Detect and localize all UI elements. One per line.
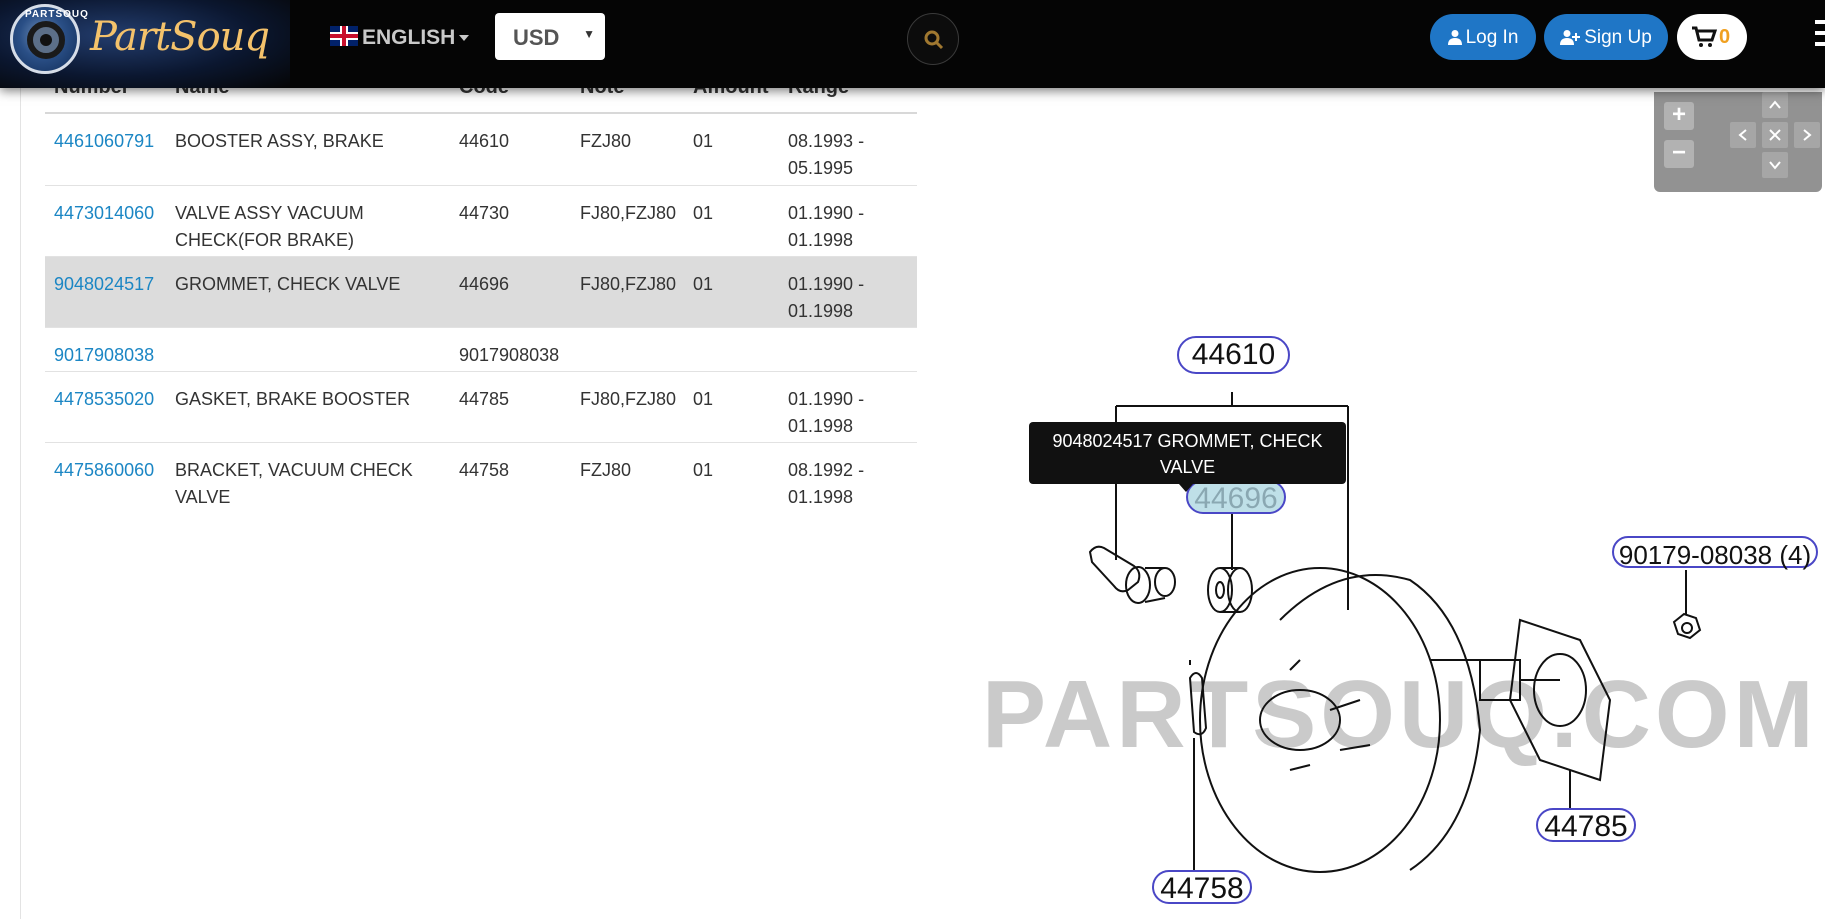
signup-button[interactable]: Sign Up xyxy=(1544,14,1668,60)
part-code: 44730 xyxy=(459,203,510,223)
user-icon xyxy=(1447,30,1462,45)
pan-down-button[interactable] xyxy=(1762,152,1788,178)
login-button[interactable]: Log In xyxy=(1430,14,1536,60)
part-number-link[interactable]: 4461060791 xyxy=(54,128,154,155)
chevron-left-icon xyxy=(1738,129,1747,141)
part-name: BOOSTER ASSY, BRAKE xyxy=(175,131,384,151)
part-name: GASKET, BRAKE BOOSTER xyxy=(175,389,411,409)
parts-diagram[interactable]: PARTSOUQ.COM 44610 44696 90179-08038 (4)… xyxy=(960,190,1825,919)
callout-44758[interactable]: 44758 xyxy=(1152,870,1252,905)
part-range: 08.1992 - 01.1998 xyxy=(788,460,865,507)
part-name: VALVE ASSY VACUUM CHECK(FOR BRAKE) xyxy=(175,203,364,250)
language-label: ENGLISH xyxy=(362,26,456,49)
parts-table: Number Name Code Note Amount Range 44610… xyxy=(45,66,917,515)
caret-down-icon xyxy=(459,35,470,41)
part-code: 44610 xyxy=(459,131,510,151)
pan-left-button[interactable] xyxy=(1730,122,1756,148)
top-navigation: PARTSOUQ PartSouq ENGLISH USD ▼ Log In S… xyxy=(0,0,1825,88)
uk-flag-icon xyxy=(330,26,358,46)
signup-label: Sign Up xyxy=(1584,27,1652,48)
part-code: 44696 xyxy=(459,274,510,294)
login-label: Log In xyxy=(1465,27,1519,48)
part-note: FJ80,FZJ80 xyxy=(580,203,677,223)
callout-44610[interactable]: 44610 xyxy=(1177,336,1290,374)
callout-90179-08038[interactable]: 90179-08038 (4) xyxy=(1612,536,1818,570)
table-row[interactable]: 9017908038 9017908038 xyxy=(45,328,917,372)
logo-badge-text: PARTSOUQ xyxy=(25,9,89,20)
part-number-link[interactable]: 4473014060 xyxy=(54,200,154,227)
tire-icon xyxy=(27,21,65,59)
search-button[interactable] xyxy=(907,13,959,65)
table-row-selected[interactable]: 9048024517 GROMMET, CHECK VALVE 44696 FJ… xyxy=(45,257,917,328)
logo-badge-icon[interactable]: PARTSOUQ xyxy=(10,4,88,74)
part-name: BRACKET, VACUUM CHECK VALVE xyxy=(175,460,413,507)
search-icon xyxy=(924,30,944,50)
cart-icon xyxy=(1692,26,1717,47)
part-note: FJ80,FZJ80 xyxy=(580,389,677,409)
part-number-link[interactable]: 9048024517 xyxy=(54,271,154,298)
table-row[interactable]: 4461060791 BOOSTER ASSY, BRAKE 44610 FZJ… xyxy=(45,114,917,186)
part-amount: 01 xyxy=(693,131,714,151)
table-row[interactable]: 4475860060 BRACKET, VACUUM CHECK VALVE 4… xyxy=(45,443,917,515)
zoom-controls: + − xyxy=(1654,92,1822,192)
table-row[interactable]: 4473014060 VALVE ASSY VACUUM CHECK(FOR B… xyxy=(45,186,917,257)
logo[interactable]: PartSouq xyxy=(90,14,270,60)
part-note: FJ80,FZJ80 xyxy=(580,274,677,294)
close-icon xyxy=(1769,129,1781,141)
pan-reset-button[interactable] xyxy=(1762,122,1788,148)
pan-up-button[interactable] xyxy=(1762,92,1788,118)
page: Number Name Code Note Amount Range 44610… xyxy=(0,0,1825,919)
part-range: 01.1990 - 01.1998 xyxy=(788,203,865,250)
part-range: 01.1990 - 01.1998 xyxy=(788,389,865,436)
user-plus-icon xyxy=(1560,30,1581,45)
part-code: 9017908038 xyxy=(459,345,560,365)
part-note: FZJ80 xyxy=(580,460,632,480)
part-range: 01.1990 - 01.1998 xyxy=(788,274,865,321)
chevron-up-icon xyxy=(1769,100,1781,109)
part-code: 44785 xyxy=(459,389,510,409)
part-amount: 01 xyxy=(693,274,714,294)
table-row[interactable]: 4478535020 GASKET, BRAKE BOOSTER 44785 F… xyxy=(45,372,917,443)
part-amount: 01 xyxy=(693,203,714,223)
callout-44785[interactable]: 44785 xyxy=(1536,808,1636,843)
part-amount: 01 xyxy=(693,460,714,480)
pan-right-button[interactable] xyxy=(1794,122,1820,148)
currency-select[interactable]: USD ▼ xyxy=(495,13,605,60)
callout-44696[interactable]: 44696 xyxy=(1186,480,1286,515)
part-number-link[interactable]: 9017908038 xyxy=(54,342,154,369)
part-number-link[interactable]: 4475860060 xyxy=(54,457,154,484)
dropdown-arrow-icon: ▼ xyxy=(583,27,595,41)
part-name: GROMMET, CHECK VALVE xyxy=(175,274,401,294)
part-code: 44758 xyxy=(459,460,510,480)
zoom-out-button[interactable]: − xyxy=(1664,140,1694,168)
menu-icon[interactable] xyxy=(1815,20,1825,54)
cart-count: 0 xyxy=(1719,26,1731,48)
part-amount: 01 xyxy=(693,389,714,409)
cart-button[interactable]: 0 xyxy=(1677,14,1747,60)
chevron-right-icon xyxy=(1803,129,1812,141)
part-number-link[interactable]: 4478535020 xyxy=(54,386,154,413)
chevron-down-icon xyxy=(1769,161,1781,170)
zoom-in-button[interactable]: + xyxy=(1664,102,1694,130)
content-divider xyxy=(20,88,21,919)
part-range: 08.1993 - 05.1995 xyxy=(788,131,865,178)
currency-value: USD xyxy=(513,25,560,50)
diagram-tooltip: 9048024517 GROMMET, CHECK VALVE xyxy=(1029,422,1346,492)
part-note: FZJ80 xyxy=(580,131,632,151)
language-selector[interactable]: ENGLISH xyxy=(330,26,470,50)
